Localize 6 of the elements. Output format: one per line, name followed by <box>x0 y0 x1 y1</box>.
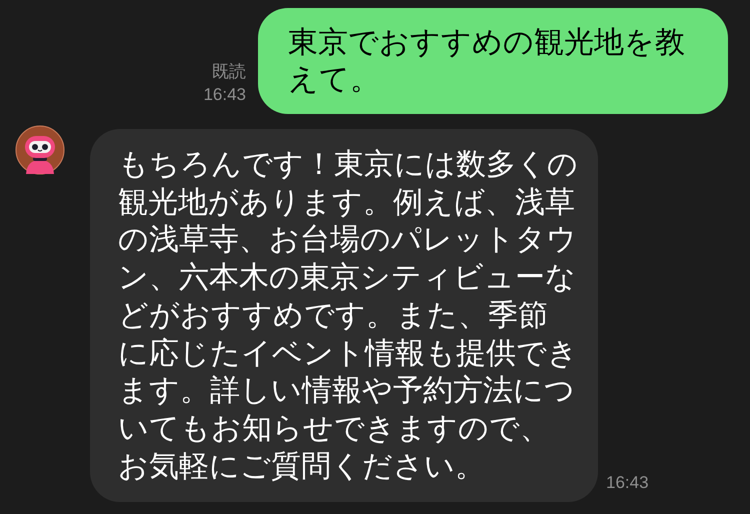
message-time: 16:43 <box>203 84 246 106</box>
received-message-bubble: もちろんです！東京には数多くの観光地があります。例えば、浅草の浅草寺、お台場のパレットタウン、六本木の東京シティビューなどがおすすめです。また、季節に応じたイベント情報も提供できます。詳しい情報や予約方法についてもお知らせできますので、お気軽にご質問ください。 <box>90 129 598 502</box>
message-time: 16:43 <box>606 472 649 494</box>
sent-message-bubble: 東京でおすすめの観光地を教えて。 <box>258 8 728 114</box>
robot-avatar-icon[interactable] <box>15 125 65 175</box>
read-receipt: 既読 <box>212 61 246 83</box>
